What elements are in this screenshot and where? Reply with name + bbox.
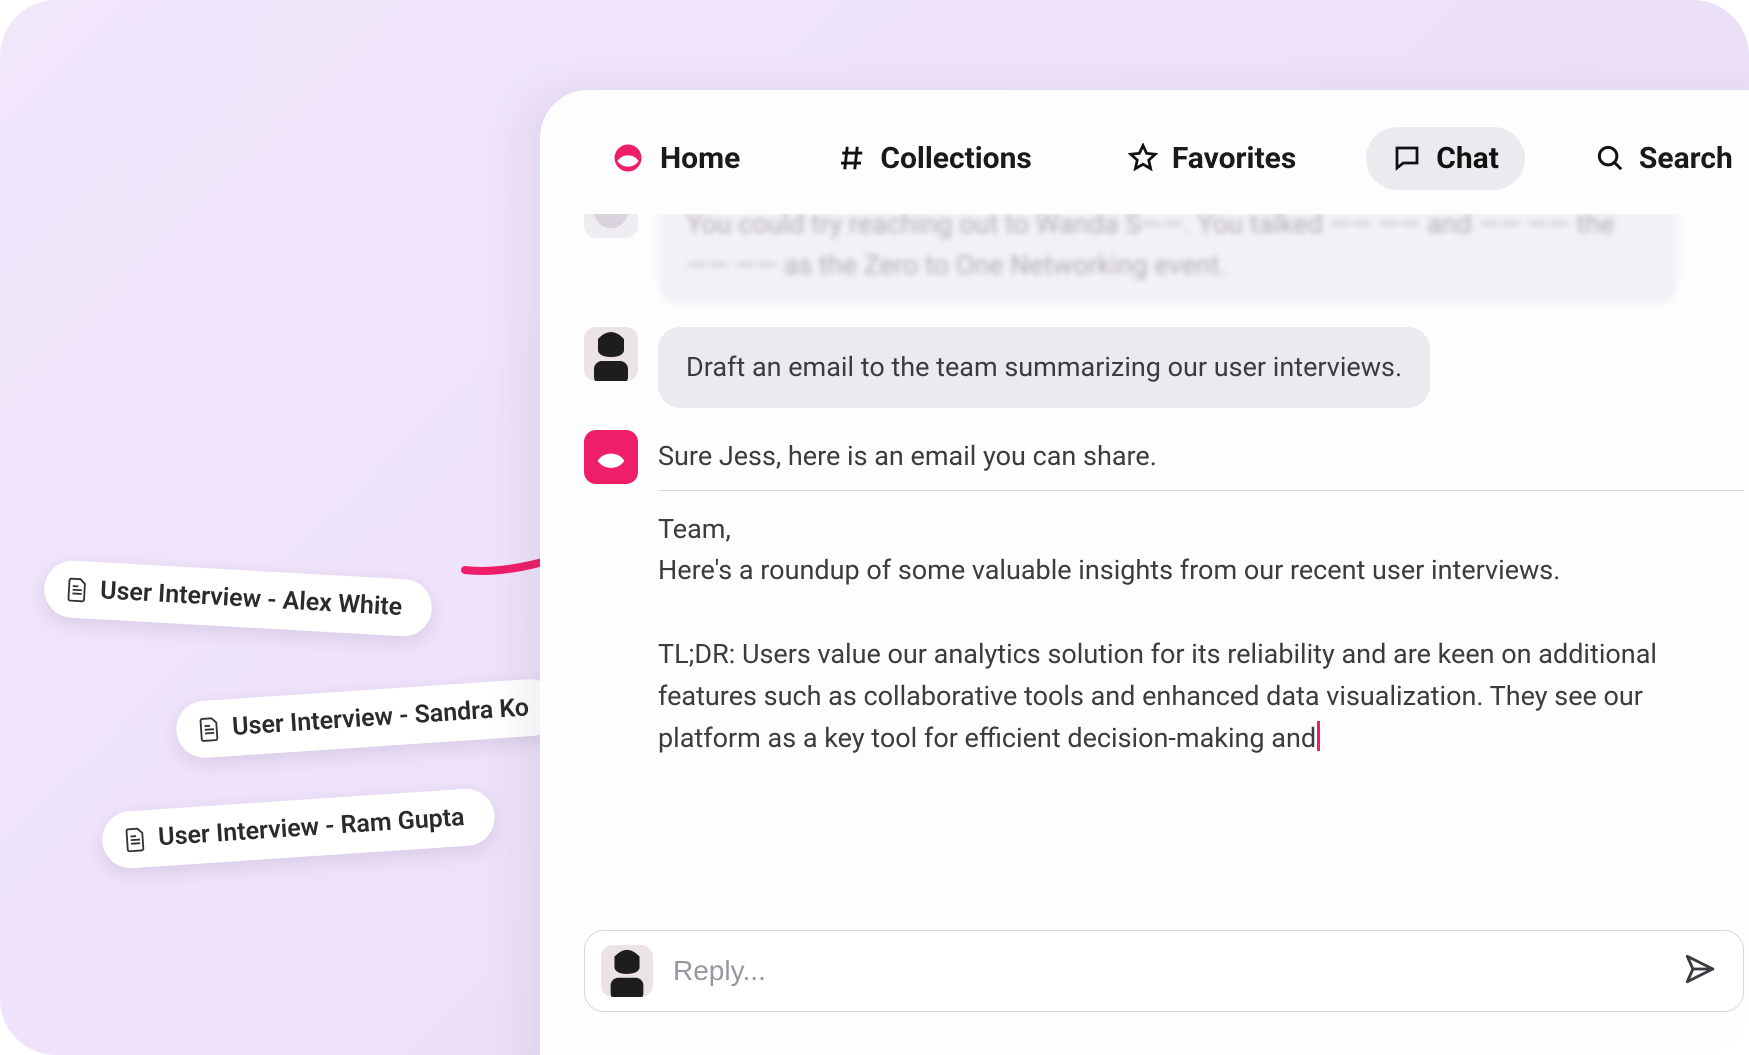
doc-pill-ram-gupta[interactable]: User Interview - Ram Gupta <box>101 787 497 870</box>
star-icon <box>1128 143 1158 173</box>
nav-chat-label: Chat <box>1436 141 1499 176</box>
chat-row-user: Draft an email to the team summarizing o… <box>584 327 1744 408</box>
reply-bar <box>584 930 1744 1012</box>
chat-area: You could try reaching out to Wanda S——.… <box>540 214 1749 904</box>
bot-intro: Sure Jess, here is an email you can shar… <box>658 430 1744 472</box>
nav-search-label: Search <box>1639 141 1733 176</box>
bot-avatar <box>584 430 638 484</box>
bot-email-draft: Team, Here's a roundup of some valuable … <box>658 509 1744 760</box>
user-avatar <box>584 327 638 381</box>
hash-icon <box>836 143 866 173</box>
nav-home[interactable]: Home <box>584 126 766 190</box>
nav-collections[interactable]: Collections <box>810 127 1058 190</box>
chat-row-bot: Sure Jess, here is an email you can shar… <box>584 430 1744 760</box>
user-message: Draft an email to the team summarizing o… <box>658 327 1430 408</box>
document-icon <box>124 826 148 853</box>
user-avatar-small <box>601 945 653 997</box>
bot-avatar <box>584 214 638 238</box>
doc-pill-alex-white[interactable]: User Interview - Alex White <box>43 559 434 638</box>
divider <box>658 490 1744 491</box>
doc-pill-label: User Interview - Ram Gupta <box>157 803 465 852</box>
nav-chat[interactable]: Chat <box>1366 127 1525 190</box>
nav-search[interactable]: Search <box>1569 127 1749 190</box>
nav-home-label: Home <box>660 141 740 176</box>
document-icon <box>66 576 89 603</box>
doc-pill-sandra-ko[interactable]: User Interview - Sandra Ko <box>175 677 561 759</box>
nav-collections-label: Collections <box>880 141 1032 176</box>
search-icon <box>1595 143 1625 173</box>
chat-icon <box>1392 143 1422 173</box>
nav-favorites[interactable]: Favorites <box>1102 127 1322 190</box>
typing-caret <box>1317 721 1320 751</box>
prior-bot-message: You could try reaching out to Wanda S——.… <box>658 214 1678 305</box>
app-logo-icon <box>610 140 646 176</box>
top-nav: Home Collections Favorites Chat Search <box>540 90 1749 214</box>
send-button[interactable] <box>1683 952 1717 990</box>
doc-pill-label: User Interview - Sandra Ko <box>231 693 530 742</box>
chat-row-prior-bot: You could try reaching out to Wanda S——.… <box>584 214 1744 305</box>
document-icon <box>198 715 222 742</box>
doc-pill-label: User Interview - Alex White <box>99 576 403 622</box>
app-window: Home Collections Favorites Chat Search <box>540 90 1749 1055</box>
nav-favorites-label: Favorites <box>1172 141 1296 176</box>
reply-input[interactable] <box>673 955 1663 987</box>
